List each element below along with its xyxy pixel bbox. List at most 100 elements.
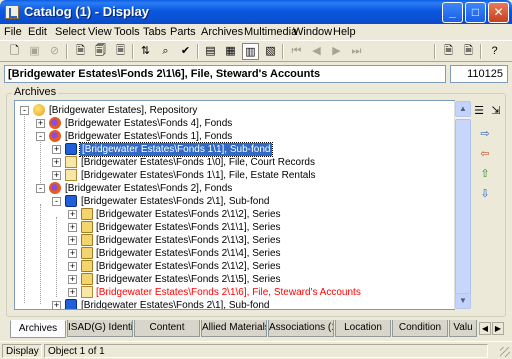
record-copy-icon[interactable]: 🗐 [92, 43, 109, 60]
subfonds-icon [65, 299, 77, 309]
expand-toggle[interactable]: + [68, 275, 77, 284]
archives-tree[interactable]: - [Bridgewater Estates], Repository + [B… [14, 100, 455, 310]
find-icon[interactable]: ⌕ [157, 43, 174, 60]
export-icon[interactable]: 🗎 [440, 43, 457, 60]
menu-archives[interactable]: Archives [201, 26, 243, 38]
tree-node-label[interactable]: [Bridgewater Estates\Fonds 4], Fonds [65, 117, 232, 130]
view-list-icon[interactable]: ▦ [222, 43, 239, 60]
tree-node-label-selected[interactable]: [Bridgewater Estates\Fonds 1\1], Sub-fon… [78, 142, 274, 157]
scroll-thumb[interactable] [455, 119, 471, 295]
menu-tabs[interactable]: Tabs [143, 26, 166, 38]
move-up-icon[interactable]: ⇧ [477, 166, 493, 182]
tree-node-label[interactable]: [Bridgewater Estates\Fonds 2\1\4], Serie… [96, 247, 281, 260]
view-report-icon[interactable]: ▧ [262, 43, 279, 60]
expand-toggle[interactable]: + [52, 145, 61, 154]
tree-node-label[interactable]: [Bridgewater Estates\Fonds 2\1], Sub-fon… [81, 195, 269, 208]
tab-scroll-left-button[interactable]: ◀ [479, 322, 491, 335]
toolbar-separator [197, 44, 199, 59]
tab-content[interactable]: Content [134, 320, 200, 337]
menu-multimedia[interactable]: Multimedia [244, 26, 297, 38]
tree-scrollbar[interactable]: ▲ ▼ [454, 101, 471, 309]
record-id-field: 110125 [450, 65, 508, 83]
tree-node-label[interactable]: [Bridgewater Estates\Fonds 2\1\3], Serie… [96, 234, 281, 247]
view-form-icon[interactable]: ▤ [202, 43, 219, 60]
last-record-icon[interactable]: ⏭ [348, 43, 365, 60]
tree-properties-icon[interactable]: ☰ [471, 103, 487, 119]
menu-window[interactable]: Window [293, 26, 332, 38]
tab-isadg-identity[interactable]: ISAD(G) Identity [67, 320, 133, 337]
series-icon [81, 247, 93, 259]
expand-toggle[interactable]: + [68, 210, 77, 219]
expand-toggle[interactable]: + [52, 171, 61, 180]
scroll-down-button[interactable]: ▼ [455, 293, 471, 309]
tree-node-label[interactable]: [Bridgewater Estates\Fonds 1\1], File, E… [81, 169, 316, 182]
tab-value[interactable]: Valu [449, 320, 477, 337]
series-icon [81, 208, 93, 220]
next-record-icon[interactable]: ▶ [328, 43, 345, 60]
tab-archives[interactable]: Archives [10, 320, 66, 338]
tree-node-label[interactable]: [Bridgewater Estates\Fonds 2\1\1], Serie… [96, 221, 281, 234]
menu-file[interactable]: File [4, 26, 22, 38]
context-help-icon[interactable]: ? [486, 43, 503, 60]
tree-node-label[interactable]: [Bridgewater Estates\Fonds 2\1\5], Serie… [96, 273, 281, 286]
tree-node-label-current[interactable]: [Bridgewater Estates\Fonds 2\1\6], File,… [96, 286, 361, 299]
expand-toggle[interactable]: + [68, 236, 77, 245]
tree-node-label[interactable]: [Bridgewater Estates\Fonds 1\0], File, C… [81, 156, 315, 169]
record-new-icon[interactable]: 🗎 [72, 43, 89, 60]
import-icon[interactable]: 🗎 [460, 43, 477, 60]
tree-node-label[interactable]: [Bridgewater Estates\Fonds 2], Fonds [65, 182, 232, 195]
spellcheck-icon[interactable]: ✔ [177, 43, 194, 60]
move-down-icon[interactable]: ⇩ [477, 186, 493, 202]
new-document-icon[interactable]: 🗋 [6, 43, 23, 60]
close-button[interactable]: ✕ [488, 2, 509, 23]
resize-grip[interactable] [500, 347, 510, 357]
first-record-icon[interactable]: ⏮ [288, 43, 305, 60]
expand-toggle[interactable]: + [36, 119, 45, 128]
menu-select[interactable]: Select [55, 26, 86, 38]
menu-tools[interactable]: Tools [114, 26, 140, 38]
view-tree-icon[interactable]: ▥ [242, 43, 259, 60]
tree-node-label[interactable]: [Bridgewater Estates\Fonds 2\1], Sub-fon… [81, 299, 269, 309]
collapse-toggle[interactable]: - [36, 132, 45, 141]
expand-toggle[interactable]: + [68, 288, 77, 297]
maximize-button[interactable]: □ [465, 2, 486, 23]
move-left-icon[interactable]: ⇦ [477, 146, 493, 162]
tree-node-label[interactable]: [Bridgewater Estates\Fonds 1], Fonds [65, 130, 232, 143]
title-bar[interactable]: Catalog (1) - Display _ □ ✕ [0, 0, 512, 24]
collapse-toggle[interactable]: - [36, 184, 45, 193]
menu-help[interactable]: Help [333, 26, 356, 38]
tree-node-label[interactable]: [Bridgewater Estates\Fonds 2\1\2], Serie… [96, 260, 281, 273]
tree-connector [56, 217, 57, 297]
previous-record-icon[interactable]: ◀ [308, 43, 325, 60]
collapse-toggle[interactable]: - [20, 106, 29, 115]
menu-view[interactable]: View [88, 26, 112, 38]
collapse-toggle[interactable]: - [52, 197, 61, 206]
tab-allied-materials[interactable]: Allied Materials [201, 320, 267, 337]
repository-icon [33, 104, 45, 116]
menu-parts[interactable]: Parts [170, 26, 196, 38]
menu-bar: File Edit Select View Tools Tabs Parts A… [0, 24, 512, 40]
tab-location[interactable]: Location [335, 320, 391, 337]
tree-node-label[interactable]: [Bridgewater Estates], Repository [49, 104, 197, 117]
save-icon[interactable]: ▣ [26, 43, 43, 60]
tab-associations[interactable]: Associations (1) [268, 320, 334, 337]
expand-toggle[interactable]: + [68, 223, 77, 232]
record-delete-icon[interactable]: 🗏 [112, 43, 129, 60]
menu-edit[interactable]: Edit [28, 26, 47, 38]
archives-group-label: Archives [12, 86, 59, 98]
series-icon [81, 234, 93, 246]
tree-node-label[interactable]: [Bridgewater Estates\Fonds 2\1\2], Serie… [96, 208, 281, 221]
cancel-icon[interactable]: ⊘ [46, 43, 63, 60]
scroll-up-button[interactable]: ▲ [455, 101, 471, 117]
expand-toggle[interactable]: + [52, 158, 61, 167]
expand-toggle[interactable]: + [68, 262, 77, 271]
tree-export-icon[interactable]: ⇲ [488, 103, 504, 119]
minimize-button[interactable]: _ [442, 2, 463, 23]
sort-icon[interactable]: ⇅ [137, 43, 154, 60]
move-right-icon[interactable]: ⇨ [477, 126, 493, 142]
tab-scroll-right-button[interactable]: ▶ [492, 322, 504, 335]
window-title: Catalog (1) - Display [24, 4, 149, 19]
expand-toggle[interactable]: + [52, 301, 61, 309]
expand-toggle[interactable]: + [68, 249, 77, 258]
tab-condition[interactable]: Condition [392, 320, 448, 337]
